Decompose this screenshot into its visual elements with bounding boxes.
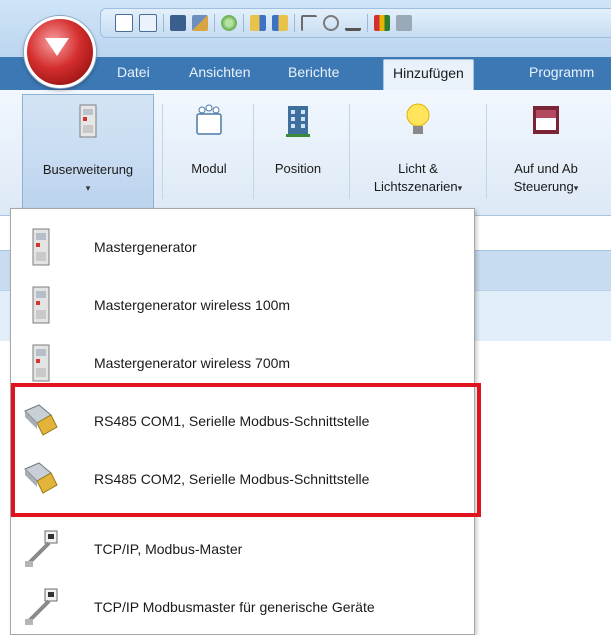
network-tree-icon[interactable] [301,15,317,31]
menu-item-label: TCP/IP, Modbus-Master [94,541,243,557]
separator [163,14,164,32]
export-icon[interactable] [272,15,288,31]
separator [162,104,163,199]
menu-item-label: TCP/IP Modbusmaster für generische Gerät… [94,599,375,615]
modul-button[interactable]: Modul [170,94,248,209]
window-blind-icon [533,106,559,134]
tab-ansichten[interactable]: Ansichten [189,64,250,80]
auf-und-ab-label: Auf und Ab [514,161,578,176]
dropdown-arrow-icon: ▾ [457,183,463,193]
save-icon[interactable] [170,15,186,31]
building-icon [286,106,310,137]
highlight-box [11,383,481,517]
separator [294,14,295,32]
licht-button[interactable]: Licht & Lichtszenarien▾ [356,94,480,209]
auf-und-ab-button[interactable]: Auf und Ab Steuerung▾ [492,94,600,209]
app-logo[interactable] [24,16,96,88]
separator [253,104,254,199]
position-label: Position [274,161,322,176]
import-icon[interactable] [250,15,266,31]
module-icon [32,286,50,324]
network-cable-icon [25,530,58,567]
ribbon-panel: Buserweiterung ▾ Modul Position Licht & … [0,90,611,216]
lichtszenarien-label: Lichtszenarien [373,179,458,194]
network-icon[interactable] [345,15,361,31]
separator [367,14,368,32]
new-document-icon[interactable] [115,14,133,32]
separator [243,14,244,32]
menu-item-label: Mastergenerator [94,239,197,255]
edit-icon[interactable] [192,15,208,31]
menu-item-label: Mastergenerator wireless 100m [94,297,291,313]
triangle-logo-icon [45,38,69,56]
monitor-icon[interactable] [396,15,412,31]
buserweiterung-label: Buserweiterung [42,162,134,177]
light-bulb-icon [406,103,430,134]
settings-gear-icon[interactable] [221,15,237,31]
position-button[interactable]: Position [258,94,338,209]
menu-item-mastergenerator-wireless-100m[interactable]: Mastergenerator wireless 100m [11,275,474,333]
tab-programm[interactable]: Programm [529,64,594,80]
open-icon[interactable] [139,14,157,32]
bus-module-icon [79,104,97,138]
modul-label: Modul [191,161,227,176]
dropdown-arrow-icon: ▾ [85,183,91,193]
separator [486,104,487,199]
tab-hinzufuegen[interactable]: Hinzufügen [383,59,474,90]
network-cable-icon [25,588,58,625]
module-icon [32,228,50,266]
menu-item-label: Mastergenerator wireless 700m [94,355,291,371]
buserweiterung-button[interactable]: Buserweiterung ▾ [22,94,154,209]
menu-item-tcpip-modbus-master[interactable]: TCP/IP, Modbus-Master [11,519,474,577]
tab-datei[interactable]: Datei [117,64,150,80]
wireless-icon[interactable] [323,15,339,31]
menu-item-mastergenerator[interactable]: Mastergenerator [11,217,474,275]
quick-access-toolbar [100,8,611,38]
licht-label: Licht & [398,161,438,176]
separator [349,104,350,199]
color-palette-icon[interactable] [374,15,390,31]
separator [214,14,215,32]
dropdown-arrow-icon: ▾ [573,183,579,193]
module-icon [32,344,50,382]
tab-berichte[interactable]: Berichte [288,64,339,80]
steuerung-label: Steuerung [513,179,574,194]
menu-item-tcpip-generic[interactable]: TCP/IP Modbusmaster für generische Gerät… [11,577,474,635]
module-icon [196,104,222,135]
